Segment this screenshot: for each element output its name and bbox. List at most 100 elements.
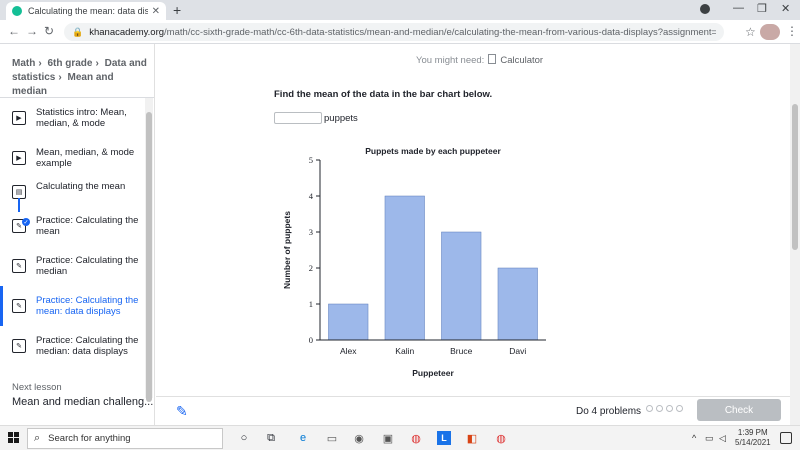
- forward-icon[interactable]: →: [26, 24, 38, 38]
- cortana-icon[interactable]: ○: [237, 431, 251, 445]
- lock-icon: 🔒: [72, 26, 84, 37]
- x-tick-label: Kalin: [395, 346, 414, 356]
- record-icon[interactable]: [700, 4, 710, 14]
- tab-title: Calculating the mean: data disp: [28, 6, 148, 16]
- windows-start-icon[interactable]: [8, 432, 20, 444]
- file-explorer-icon[interactable]: ▭: [325, 431, 339, 445]
- sidebar-item-label: Practice: Calculating the mean: [36, 215, 139, 237]
- do-problems-label: Do 4 problems: [576, 406, 642, 417]
- window-close-icon[interactable]: ✕: [781, 2, 790, 15]
- bar-alex: [328, 303, 369, 341]
- office-icon[interactable]: ◧: [465, 431, 479, 445]
- progress-dot: [656, 405, 663, 412]
- breadcrumb-item-grade[interactable]: 6th grade: [47, 58, 92, 69]
- notification-icon[interactable]: [780, 432, 792, 444]
- next-lesson[interactable]: Next lesson Mean and median challeng...: [12, 382, 153, 408]
- progress-dots: [646, 405, 683, 412]
- volume-icon[interactable]: ◁: [719, 433, 726, 444]
- check-button[interactable]: Check: [697, 399, 781, 421]
- bar-davi: [497, 267, 538, 341]
- browser-tab-bar: Calculating the mean: data disp ✕ + — ❐ …: [0, 0, 800, 20]
- reload-icon[interactable]: ↻: [44, 24, 54, 38]
- sidebar: Math › 6th grade › Data and statistics › Me…: [0, 44, 155, 425]
- url-path: /math/cc-sixth-grade-math/cc-6th-data-st…: [164, 26, 716, 38]
- clock-date: 5/14/2021: [735, 438, 771, 447]
- exercise-area: You might need: Calculator Find the mean …: [156, 44, 790, 396]
- y-tick-label: 2: [309, 263, 313, 273]
- x-tick-label: Alex: [340, 346, 357, 356]
- minimize-icon[interactable]: —: [733, 2, 744, 14]
- url-domain: khanacademy.org: [89, 26, 165, 38]
- sidebar-item-label: Calculating the mean: [36, 181, 126, 192]
- bookmark-star-icon[interactable]: ☆: [745, 25, 756, 39]
- clock-time: 1:39 PM: [737, 428, 768, 437]
- play-icon: ▶: [12, 151, 26, 165]
- sidebar-item[interactable]: ✎ Practice: Calculating the mean: [0, 206, 145, 246]
- active-indicator: [0, 286, 3, 326]
- question-prompt: Find the mean of the data in the bar cha…: [274, 89, 493, 100]
- bar-chart: Puppets made by each puppeteer Alex Kalin B…: [282, 146, 546, 378]
- restore-icon[interactable]: ❐: [757, 2, 767, 15]
- battery-icon[interactable]: ▭: [705, 433, 714, 444]
- answer-unit: puppets: [324, 113, 358, 124]
- chevron-right-icon: ›: [95, 58, 99, 69]
- x-tick-label: Bruce: [450, 346, 472, 356]
- sidebar-item-label: Mean, median, & mode example: [36, 147, 135, 169]
- chrome-icon-2[interactable]: ◍: [494, 431, 508, 445]
- x-tick-label: Davi: [509, 346, 526, 356]
- page-scrollbar-thumb[interactable]: [792, 104, 798, 250]
- sidebar-item-label: Practice: Calculating the median: [36, 255, 139, 277]
- calculator-icon[interactable]: [488, 54, 497, 64]
- launcher-l-icon[interactable]: L: [437, 431, 451, 445]
- new-tab-icon[interactable]: +: [173, 2, 181, 18]
- taskbar: ⌕ Search for anything ○ ⧉ e ▭ ◉ ▣ ◍ L ◧ …: [0, 425, 800, 450]
- bar-bruce: [441, 231, 482, 341]
- x-axis-label: Puppeteer: [412, 368, 454, 378]
- sidebar-item[interactable]: ▶ Statistics intro: Mean, median, & mode: [0, 98, 145, 138]
- answer-input[interactable]: [274, 112, 322, 124]
- might-need-label: You might need:: [416, 55, 485, 66]
- edge-icon[interactable]: e: [296, 431, 310, 445]
- next-lesson-name[interactable]: Mean and median challeng...: [12, 396, 153, 408]
- breadcrumb: Math › 6th grade › Data and statistics › Me…: [12, 57, 147, 99]
- task-view-icon[interactable]: ⧉: [264, 431, 278, 445]
- chevron-right-icon: ›: [38, 58, 42, 69]
- sidebar-item[interactable]: ▶ Mean, median, & mode example: [0, 138, 145, 178]
- sidebar-item[interactable]: ✎ Practice: Calculating the median: [0, 246, 145, 286]
- chrome-icon-1[interactable]: ◍: [409, 431, 423, 445]
- breadcrumb-item-math[interactable]: Math: [12, 58, 35, 69]
- y-tick-label: 5: [309, 155, 313, 165]
- y-axis-label: Number of puppets: [282, 211, 292, 289]
- avatar[interactable]: [760, 24, 780, 40]
- exercise-footer: ✎ Do 4 problems Check: [156, 396, 790, 425]
- play-icon: ▶: [12, 111, 26, 125]
- chevron-right-icon: ›: [58, 72, 62, 83]
- checkmark-icon: ✓: [22, 218, 30, 226]
- scratchpad-icon[interactable]: ✎: [176, 403, 188, 420]
- url-field[interactable]: 🔒 khanacademy.org/math/cc-sixth-grade-ma…: [64, 23, 724, 41]
- y-tick-label: 3: [309, 227, 313, 237]
- pencil-icon: ✎: [12, 299, 26, 313]
- store-icon[interactable]: ▣: [381, 431, 395, 445]
- browser-tab[interactable]: Calculating the mean: data disp ✕: [6, 2, 166, 20]
- progress-dot: [646, 405, 653, 412]
- back-icon[interactable]: ←: [8, 24, 20, 38]
- taskbar-search[interactable]: ⌕ Search for anything: [27, 428, 223, 449]
- close-icon[interactable]: ✕: [152, 6, 160, 17]
- search-icon: ⌕: [34, 432, 41, 444]
- menu-kebab-icon[interactable]: ⋮: [786, 24, 798, 38]
- calculator-link[interactable]: Calculator: [500, 55, 543, 66]
- progress-dot: [676, 405, 683, 412]
- sidebar-scrollbar-thumb[interactable]: [146, 112, 152, 402]
- sidebar-item[interactable]: ✎ Practice: Calculating the mean: data di…: [0, 286, 145, 326]
- pencil-icon: ✎: [12, 339, 26, 353]
- sidebar-item-label: Practice: Calculating the median: data d…: [36, 335, 139, 357]
- clock[interactable]: 1:39 PM 5/14/2021: [735, 428, 771, 448]
- y-tick-label: 1: [309, 299, 313, 309]
- sidebar-item-label: Statistics intro: Mean, median, & mode: [36, 107, 127, 129]
- tray-chevron-icon[interactable]: ^: [692, 433, 696, 443]
- sidebar-item[interactable]: ✎ Practice: Calculating the median: data …: [0, 326, 145, 366]
- y-tick-label: 4: [309, 191, 314, 201]
- sidebar-item[interactable]: ▤ Calculating the mean: [0, 178, 145, 206]
- camera-icon[interactable]: ◉: [352, 431, 366, 445]
